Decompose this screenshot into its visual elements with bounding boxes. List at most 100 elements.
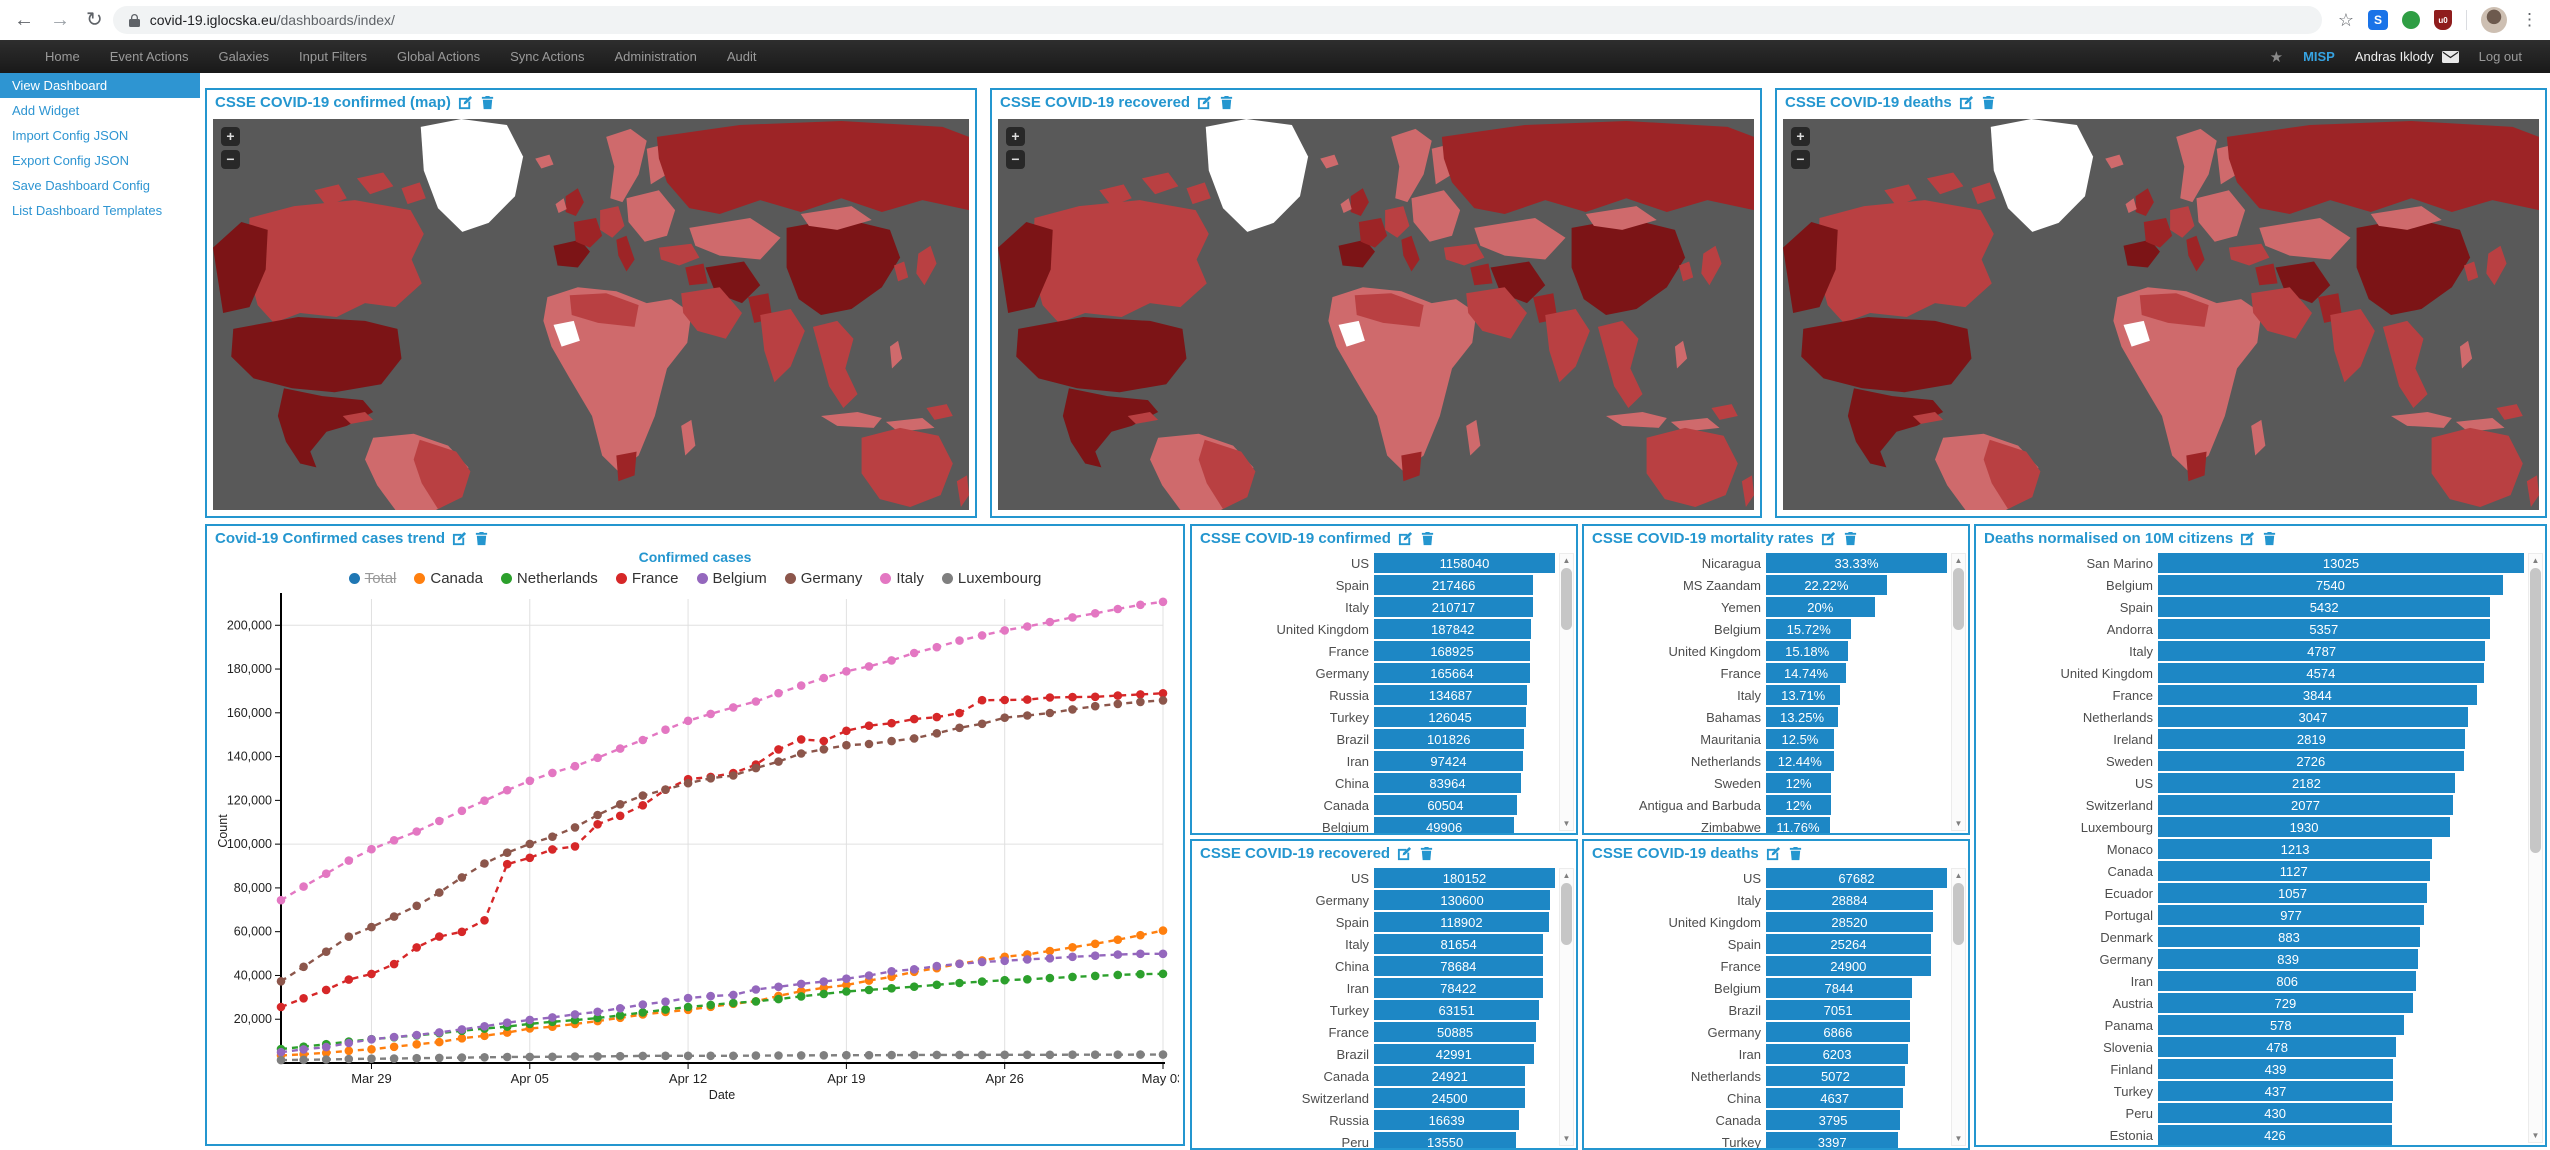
trash-icon[interactable] <box>1420 531 1435 546</box>
legend-label: Italy <box>896 570 924 587</box>
profile-avatar[interactable] <box>2481 7 2507 33</box>
nav-item-galaxies[interactable]: Galaxies <box>203 49 284 64</box>
nav-item-home[interactable]: Home <box>30 49 95 64</box>
legend-item-france[interactable]: France <box>616 570 679 587</box>
edit-icon[interactable] <box>1197 95 1212 110</box>
scroll-thumb[interactable] <box>1561 883 1572 945</box>
bar: 83964 <box>1374 773 1521 793</box>
envelope-icon[interactable] <box>2442 51 2459 63</box>
map-zoom-in-button[interactable]: + <box>1791 127 1810 146</box>
legend-item-luxembourg[interactable]: Luxembourg <box>942 570 1041 587</box>
bar: 20% <box>1766 597 1875 617</box>
legend-item-germany[interactable]: Germany <box>785 570 863 587</box>
nav-item-input-filters[interactable]: Input Filters <box>284 49 382 64</box>
trash-icon[interactable] <box>480 95 495 110</box>
nav-item-sync-actions[interactable]: Sync Actions <box>495 49 599 64</box>
nav-item-global-actions[interactable]: Global Actions <box>382 49 495 64</box>
logout-link[interactable]: Log out <box>2479 49 2522 64</box>
scrollbar[interactable]: ▲▼ <box>1559 553 1574 831</box>
user-menu[interactable]: Andras Iklody <box>2355 49 2459 64</box>
scroll-thumb[interactable] <box>2530 568 2541 853</box>
nav-item-administration[interactable]: Administration <box>600 49 712 64</box>
bar-value: 22.22% <box>1804 578 1848 593</box>
edit-icon[interactable] <box>1959 95 1974 110</box>
bar-row-china: China83964 <box>1196 773 1555 793</box>
legend-item-italy[interactable]: Italy <box>880 570 924 587</box>
scroll-thumb[interactable] <box>1953 883 1964 945</box>
sidebar-item-view-dashboard[interactable]: View Dashboard <box>0 73 200 98</box>
brand-link[interactable]: MISP <box>2303 49 2335 64</box>
map-zoom-out-button[interactable]: − <box>221 150 240 169</box>
scroll-up-arrow[interactable]: ▲ <box>1560 554 1573 567</box>
map-zoom-out-button[interactable]: − <box>1006 150 1025 169</box>
edit-icon[interactable] <box>1398 531 1413 546</box>
bar: 7540 <box>2158 575 2503 595</box>
sidebar-item-add-widget[interactable]: Add Widget <box>0 98 200 123</box>
bar-label: Finland <box>1980 1062 2158 1077</box>
scroll-up-arrow[interactable]: ▲ <box>1952 554 1965 567</box>
bar: 7051 <box>1766 1000 1910 1020</box>
extension-shield-icon[interactable]: u0 <box>2434 10 2452 30</box>
scrollbar[interactable]: ▲▼ <box>1559 868 1574 1146</box>
legend-item-netherlands[interactable]: Netherlands <box>501 570 598 587</box>
sidebar-item-list-dashboard-templates[interactable]: List Dashboard Templates <box>0 198 200 223</box>
bar-track: 6203 <box>1766 1044 1947 1064</box>
bar-value: 2077 <box>2291 798 2320 813</box>
edit-icon[interactable] <box>1821 531 1836 546</box>
scroll-thumb[interactable] <box>1561 568 1572 630</box>
trash-icon[interactable] <box>1843 531 1858 546</box>
edit-icon[interactable] <box>452 531 467 546</box>
back-icon[interactable]: ← <box>14 10 34 30</box>
bar-label: Switzerland <box>1196 1091 1374 1106</box>
trash-icon[interactable] <box>474 531 489 546</box>
bar-label: Spain <box>1196 915 1374 930</box>
scroll-down-arrow[interactable]: ▼ <box>1952 1132 1965 1145</box>
extension-green-icon[interactable] <box>2402 11 2420 29</box>
trash-icon[interactable] <box>1981 95 1996 110</box>
legend-item-total[interactable]: Total <box>349 570 397 587</box>
edit-icon[interactable] <box>458 95 473 110</box>
trash-icon[interactable] <box>1788 846 1803 861</box>
scroll-up-arrow[interactable]: ▲ <box>1560 869 1573 882</box>
sidebar-item-export-config-json[interactable]: Export Config JSON <box>0 148 200 173</box>
map-zoom-in-button[interactable]: + <box>221 127 240 146</box>
edit-icon[interactable] <box>1766 846 1781 861</box>
scroll-thumb[interactable] <box>1953 568 1964 630</box>
address-bar[interactable]: covid-19.iglocska.eu/dashboards/index/ <box>113 6 2322 34</box>
map-zoom-in-button[interactable]: + <box>1006 127 1025 146</box>
bar-row-peru: Peru13550 <box>1196 1132 1555 1148</box>
nav-item-audit[interactable]: Audit <box>712 49 772 64</box>
scroll-up-arrow[interactable]: ▲ <box>1952 869 1965 882</box>
sidebar-item-save-dashboard-config[interactable]: Save Dashboard Config <box>0 173 200 198</box>
scroll-up-arrow[interactable]: ▲ <box>2529 554 2542 567</box>
bookmark-star-icon[interactable]: ☆ <box>2338 10 2354 31</box>
forward-icon[interactable]: → <box>50 10 70 30</box>
favorite-star-icon[interactable]: ★ <box>2270 48 2283 66</box>
trash-icon[interactable] <box>1219 95 1234 110</box>
trash-icon[interactable] <box>2262 531 2277 546</box>
legend-item-belgium[interactable]: Belgium <box>697 570 767 587</box>
scrollbar[interactable]: ▲▼ <box>1951 868 1966 1146</box>
reload-icon[interactable]: ↻ <box>86 10 103 30</box>
extension-s-icon[interactable]: S <box>2368 10 2388 30</box>
scrollbar[interactable]: ▲▼ <box>1951 553 1966 831</box>
map-zoom-out-button[interactable]: − <box>1791 150 1810 169</box>
scrollbar[interactable]: ▲▼ <box>2528 553 2543 1143</box>
bar-track: 101826 <box>1374 729 1555 749</box>
scroll-down-arrow[interactable]: ▼ <box>1952 817 1965 830</box>
bar-label: Germany <box>1588 1025 1766 1040</box>
bar-label: Luxembourg <box>1980 820 2158 835</box>
scroll-down-arrow[interactable]: ▼ <box>1560 1132 1573 1145</box>
browser-menu-icon[interactable]: ⋮ <box>2521 10 2538 30</box>
scroll-down-arrow[interactable]: ▼ <box>1560 817 1573 830</box>
legend-item-canada[interactable]: Canada <box>414 570 483 587</box>
bar-label: Canada <box>1196 1069 1374 1084</box>
scroll-down-arrow[interactable]: ▼ <box>2529 1129 2542 1142</box>
edit-icon[interactable] <box>2240 531 2255 546</box>
sidebar-item-import-config-json[interactable]: Import Config JSON <box>0 123 200 148</box>
bar-value: 78684 <box>1440 959 1476 974</box>
nav-item-event-actions[interactable]: Event Actions <box>95 49 204 64</box>
trash-icon[interactable] <box>1419 846 1434 861</box>
edit-icon[interactable] <box>1397 846 1412 861</box>
bar-row-germany: Germany165664 <box>1196 663 1555 683</box>
